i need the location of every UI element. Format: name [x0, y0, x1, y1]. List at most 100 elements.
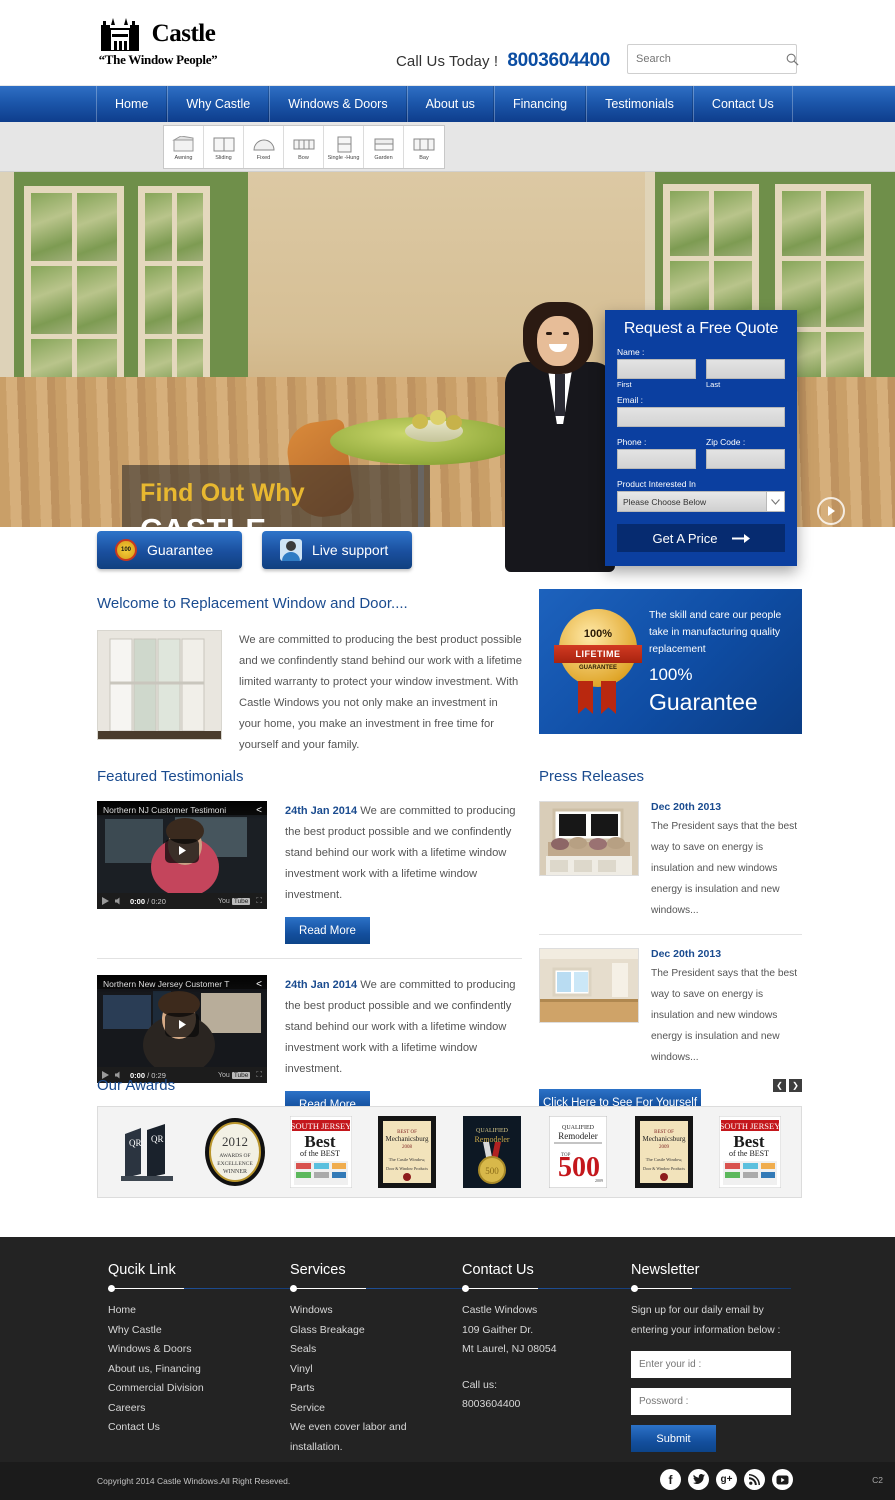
- footer-service-service[interactable]: Service: [290, 1399, 490, 1419]
- play-icon[interactable]: [102, 892, 109, 910]
- chevron-right-icon[interactable]: ❯: [789, 1079, 802, 1092]
- window-type-bow[interactable]: Bow: [284, 126, 324, 168]
- play-button-icon[interactable]: [165, 838, 199, 863]
- search-icon[interactable]: [786, 45, 799, 73]
- svg-text:500: 500: [486, 1166, 500, 1176]
- quote-product-select[interactable]: Please Choose Below: [617, 491, 785, 512]
- window-type-fixed[interactable]: Fixed: [244, 126, 284, 168]
- search-input[interactable]: [628, 45, 786, 73]
- rss-icon[interactable]: [744, 1469, 765, 1490]
- nav-item-windows-doors[interactable]: Windows & Doors: [269, 86, 407, 122]
- footer-service-parts[interactable]: Parts: [290, 1379, 490, 1399]
- footer-link-commercial-division[interactable]: Commercial Division: [108, 1379, 308, 1399]
- quote-form-title: Request a Free Quote: [623, 320, 779, 337]
- testimonial-video-player[interactable]: Northern NJ Customer Testimoni < 0:00 / …: [97, 801, 267, 909]
- video-title: Northern New Jersey Customer T: [97, 975, 267, 993]
- testimonial-date: 24th Jan 2014: [285, 979, 358, 991]
- play-button-icon[interactable]: [165, 1012, 199, 1037]
- award-best-of-mechanicsburg-2009[interactable]: BEST OF Mechanicsburg 2009 The Castle Wi…: [627, 1115, 701, 1189]
- footer-service-vinyl[interactable]: Vinyl: [290, 1360, 490, 1380]
- award-2012-excellence[interactable]: 2012 AWARDS OF EXCELLENCE WINNER: [198, 1115, 272, 1189]
- chevron-down-icon[interactable]: [766, 492, 784, 511]
- youtube-logo-icon: You Tube: [218, 897, 251, 905]
- testimonial-video-player[interactable]: Northern New Jersey Customer T < 0:00 / …: [97, 975, 267, 1083]
- award-south-jersey-best-1[interactable]: SOUTH JERSEY Best of the BEST: [284, 1115, 358, 1189]
- footer-service-seals[interactable]: Seals: [290, 1340, 490, 1360]
- window-type-awning[interactable]: Awning: [164, 126, 204, 168]
- footer-link-why-castle[interactable]: Why Castle: [108, 1321, 308, 1341]
- footer-service-glass-breakage[interactable]: Glass Breakage: [290, 1321, 490, 1341]
- nav-item-financing[interactable]: Financing: [493, 86, 587, 122]
- svg-text:QR: QR: [129, 1138, 142, 1148]
- svg-text:Remodeler: Remodeler: [559, 1131, 599, 1141]
- facebook-icon[interactable]: f: [660, 1469, 681, 1490]
- video-control-bar[interactable]: 0:00 / 0:20 You Tube ⛶: [97, 893, 267, 909]
- nav-item-why-castle[interactable]: Why Castle: [167, 86, 270, 122]
- window-type-single-hung[interactable]: Single -Hung: [324, 126, 364, 168]
- svg-text:WINNER: WINNER: [223, 1169, 247, 1175]
- award-qualified-remodeler-medal[interactable]: QUALIFIED Remodeler 500: [455, 1115, 529, 1189]
- footer-link-home[interactable]: Home: [108, 1301, 308, 1321]
- quote-product-label: Product Interested In: [617, 479, 696, 489]
- press-releases-section: Press Releases Dec 20th 2013 The Preside…: [539, 768, 802, 1117]
- live-support-button[interactable]: Live support: [262, 531, 412, 569]
- newsletter-password-input[interactable]: [631, 1388, 791, 1415]
- footer-link-careers[interactable]: Careers: [108, 1399, 308, 1419]
- get-a-price-button[interactable]: Get A Price: [617, 524, 785, 552]
- header-phone-number[interactable]: 8003604400: [507, 50, 610, 71]
- press-photo-window-seat: [539, 801, 639, 876]
- quote-first-name-input[interactable]: [617, 359, 696, 379]
- nav-item-about-us[interactable]: About us: [406, 86, 494, 122]
- site-footer: Qucik Link Home Why Castle Windows & Doo…: [0, 1237, 895, 1462]
- footer-quick-links: Qucik Link Home Why Castle Windows & Doo…: [108, 1262, 308, 1438]
- footer-link-windows-doors[interactable]: Windows & Doors: [108, 1340, 308, 1360]
- quote-email-input[interactable]: [617, 407, 785, 427]
- newsletter-submit-button[interactable]: Submit: [631, 1425, 716, 1452]
- quote-zip-input[interactable]: [706, 449, 785, 469]
- read-more-button[interactable]: Read More: [285, 917, 370, 944]
- search-box[interactable]: [627, 44, 799, 74]
- award-best-of-mechanicsburg-2008[interactable]: BEST OF Mechanicsburg 2008 The Castle Wi…: [370, 1115, 444, 1189]
- volume-icon[interactable]: [115, 892, 124, 910]
- twitter-icon[interactable]: [688, 1469, 709, 1490]
- arrow-right-icon: [731, 533, 750, 543]
- hero-next-arrow-icon[interactable]: [817, 497, 845, 525]
- site-logo[interactable]: Castle “The Window People”: [78, 10, 238, 74]
- testimonial-text: We are committed to producing the best p…: [285, 805, 516, 901]
- svg-text:500: 500: [558, 1152, 600, 1183]
- svg-text:2009: 2009: [659, 1145, 670, 1150]
- quote-phone-input[interactable]: [617, 449, 696, 469]
- svg-text:of the BEST: of the BEST: [729, 1149, 769, 1158]
- footer-service-windows[interactable]: Windows: [290, 1301, 490, 1321]
- footer-link-contact-us[interactable]: Contact Us: [108, 1418, 308, 1438]
- support-agent-icon: [280, 539, 302, 561]
- press-text-block: Dec 20th 2013 The President says that th…: [651, 948, 802, 1068]
- newsletter-id-input[interactable]: [631, 1351, 791, 1378]
- chevron-left-icon[interactable]: ❮: [773, 1079, 786, 1092]
- award-qr-trophies[interactable]: QR QR: [112, 1115, 186, 1189]
- footer-link-about-financing[interactable]: About us, Financing: [108, 1360, 308, 1380]
- nav-item-testimonials[interactable]: Testimonials: [586, 86, 693, 122]
- nav-item-contact-us[interactable]: Contact Us: [692, 86, 793, 122]
- award-south-jersey-best-2[interactable]: SOUTH JERSEY Best of the BEST: [713, 1115, 787, 1189]
- quote-phone-label: Phone :: [617, 437, 647, 447]
- nav-item-home[interactable]: Home: [96, 86, 168, 122]
- window-type-bay[interactable]: Bay: [404, 126, 444, 168]
- fullscreen-icon[interactable]: ⛶: [256, 896, 262, 906]
- window-type-sliding[interactable]: Sliding: [204, 126, 244, 168]
- video-time: 0:00 / 0:20: [130, 896, 166, 906]
- svg-text:Door & Window Products: Door & Window Products: [643, 1166, 685, 1171]
- svg-text:EXCELLENCE: EXCELLENCE: [217, 1161, 253, 1167]
- share-icon[interactable]: <: [256, 805, 262, 816]
- footer-quicklink-heading: Qucik Link: [108, 1262, 176, 1278]
- quote-last-name-input[interactable]: [706, 359, 785, 379]
- award-qualified-remodeler-500[interactable]: QUALIFIED Remodeler TOP 500 2009: [541, 1115, 615, 1189]
- share-icon[interactable]: <: [256, 979, 262, 990]
- guarantee-button[interactable]: 100 Guarantee: [97, 531, 242, 569]
- window-type-garden[interactable]: Garden: [364, 126, 404, 168]
- google-plus-icon[interactable]: g+: [716, 1469, 737, 1490]
- svg-text:2012: 2012: [222, 1134, 248, 1149]
- lifetime-guarantee-seal-icon: 100% LIFETIME GUARANTEE: [554, 609, 642, 714]
- youtube-icon[interactable]: [772, 1469, 793, 1490]
- svg-text:Mechanicsburg: Mechanicsburg: [385, 1135, 429, 1143]
